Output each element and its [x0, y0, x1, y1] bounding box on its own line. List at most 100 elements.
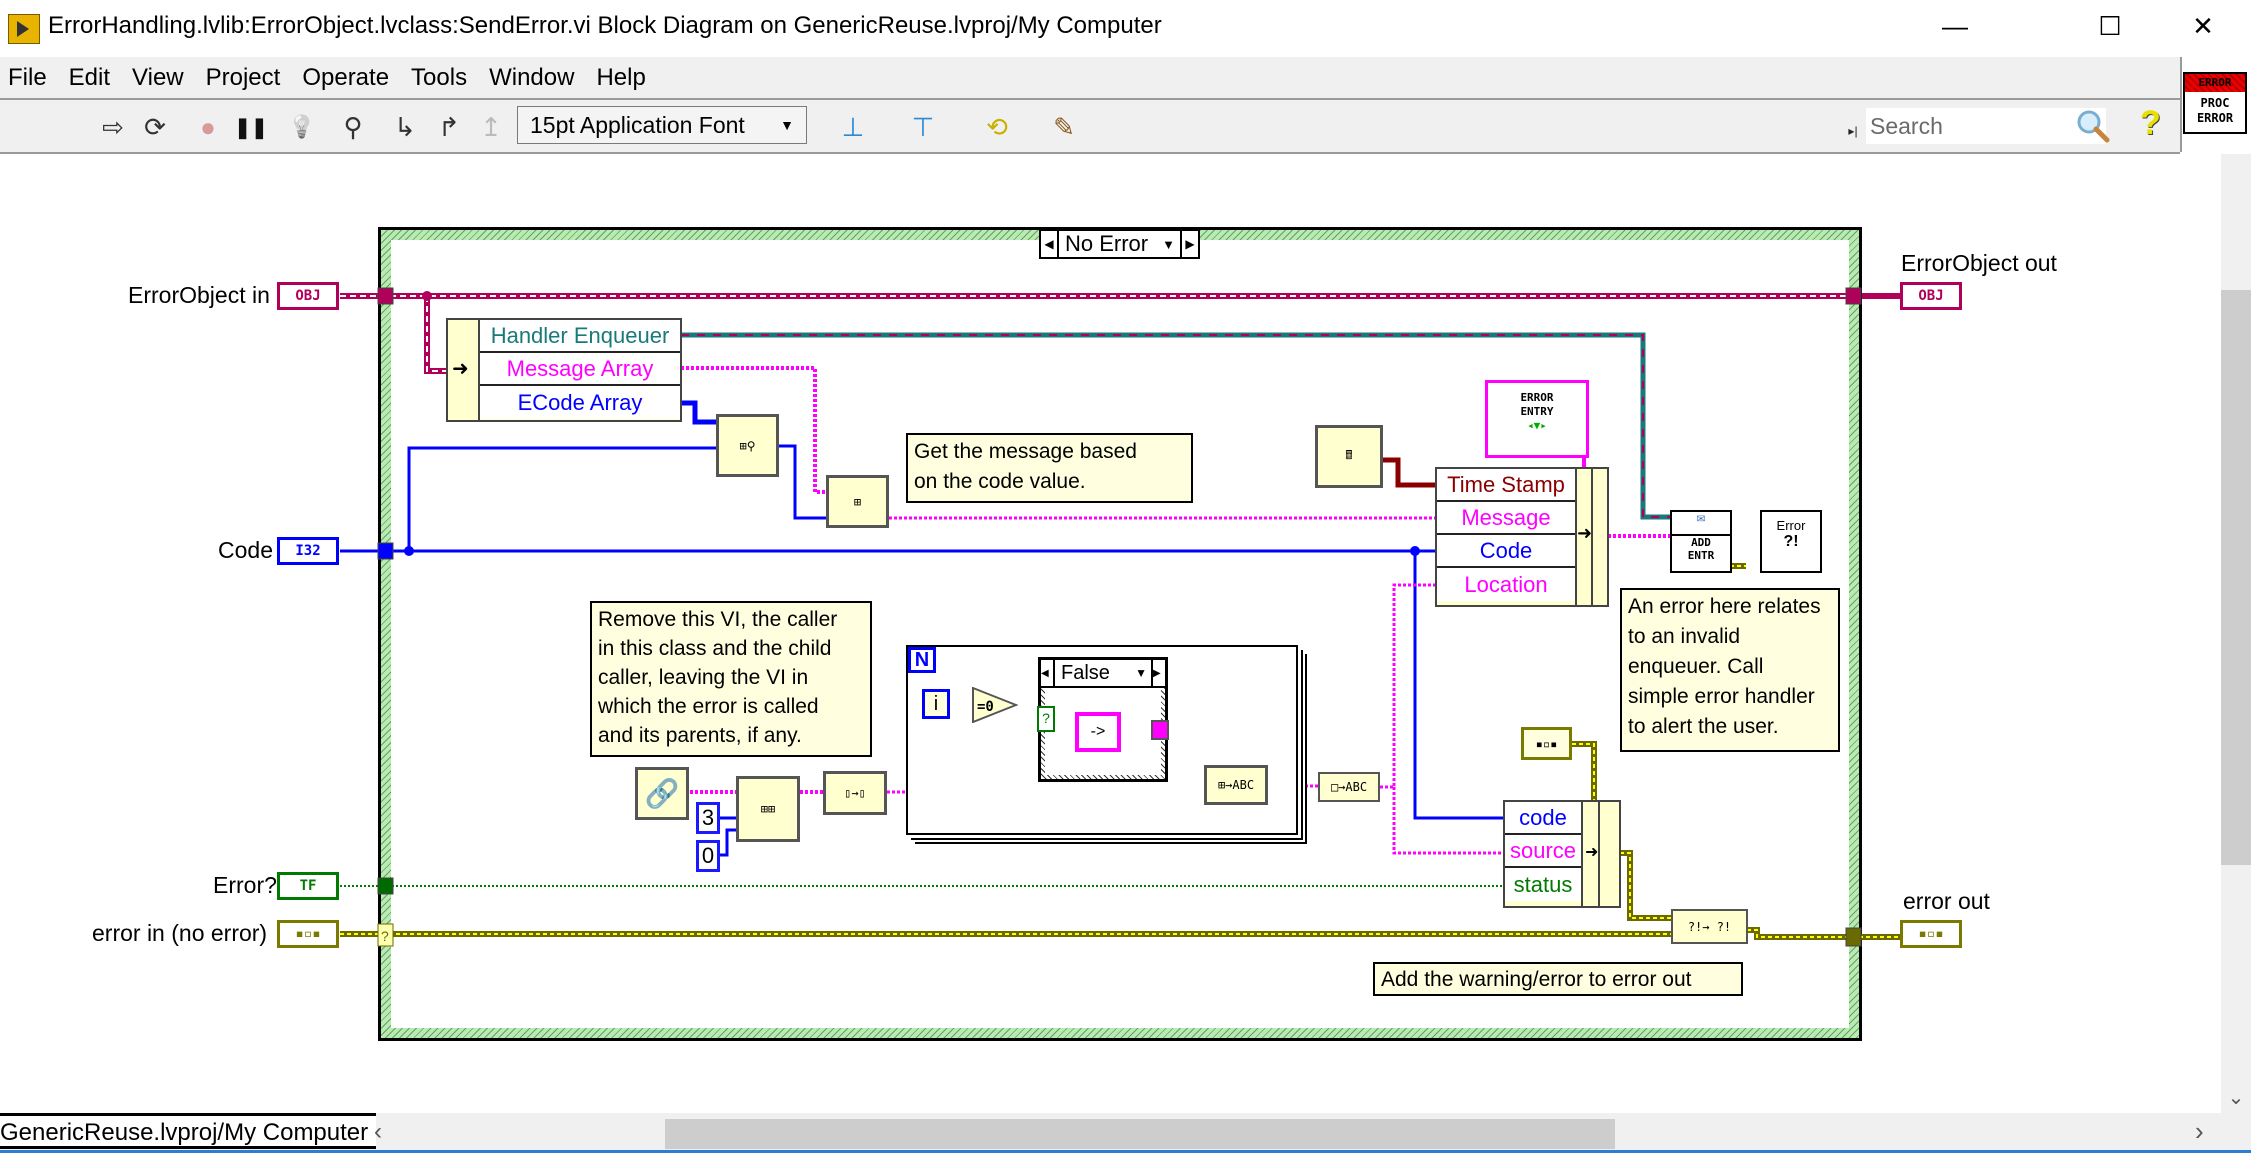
class-out-tunnel	[1845, 287, 1862, 305]
loop-count-terminal[interactable]: N	[908, 647, 936, 673]
inner-case-structure[interactable]: ◀ False ▼ ▶ ? ->	[1037, 657, 1169, 782]
case-next-arrow-icon[interactable]: ▶	[1180, 231, 1198, 257]
comment-line: which the error is called	[598, 695, 819, 718]
location-wire[interactable]	[1360, 583, 1503, 855]
ecode-array-wire[interactable]	[681, 400, 717, 425]
case-prev-arrow-icon[interactable]: ◀	[1041, 231, 1059, 257]
typedef-line: ENTRY	[1520, 405, 1554, 418]
add-entry-node[interactable]: ✉ ADD ENTR	[1670, 510, 1732, 573]
bundle-message[interactable]: Message	[1437, 502, 1575, 535]
comment-line: and its parents, if any.	[598, 724, 802, 747]
case-selector-terminal: ?	[1037, 706, 1055, 732]
case-output-tunnel	[1151, 720, 1169, 740]
unbundle-message-array[interactable]: Message Array	[480, 353, 680, 386]
bundle-error-status[interactable]: status	[1505, 868, 1581, 901]
error-flag-tunnel	[377, 877, 394, 895]
add-entry-line: ENTR	[1687, 549, 1715, 562]
comment-line: enqueuer. Call	[1628, 655, 1764, 678]
get-date-time-node[interactable]: 🖩	[1315, 425, 1383, 488]
error-out-tunnel	[1845, 927, 1862, 947]
code-label: Code	[218, 537, 273, 563]
bundle-error-entry-node[interactable]: Time Stamp Message Code Location ➜	[1435, 467, 1609, 607]
comment-line: on the code value.	[914, 470, 1086, 493]
index-array-node[interactable]: ⊞	[826, 475, 889, 528]
case-next-arrow-icon[interactable]: ▶	[1151, 660, 1165, 686]
bundle-error-cluster-node[interactable]: code source status ➜	[1503, 800, 1621, 908]
code-terminal[interactable]: I32	[277, 537, 339, 565]
unbundle-by-name-node[interactable]: ➜ Handler Enqueuer Message Array ECode A…	[446, 318, 682, 422]
error-flag-terminal[interactable]: TF	[277, 872, 339, 900]
error-cluster-constant[interactable]: ▪▫▪	[1521, 727, 1572, 760]
comment-invalid-enqueuer: An error here relates to an invalid enqu…	[1620, 588, 1840, 752]
add-entry-line: ADD	[1691, 536, 1711, 549]
array-to-string-node[interactable]: □→ABC	[1318, 772, 1380, 802]
vertical-scrollbar-thumb[interactable]	[2221, 290, 2251, 865]
scroll-down-icon[interactable]: ⌄	[2221, 1085, 2251, 1109]
case-selector-value: No Error	[1065, 231, 1149, 256]
array-subset-node[interactable]: ⊞⊞	[736, 776, 800, 842]
unbundle-handler-enqueuer[interactable]: Handler Enqueuer	[480, 320, 680, 353]
error-out-label: error out	[1903, 888, 1990, 914]
arrow-right-icon: ➜	[1585, 844, 1599, 861]
simple-error-line: ?!	[1783, 533, 1799, 550]
error-entry-typedef-constant[interactable]: ERROR ENTRY ◂▼▸	[1485, 380, 1589, 458]
bundle-error-code[interactable]: code	[1505, 802, 1581, 835]
inner-case-selector[interactable]: ◀ False ▼ ▶	[1041, 660, 1165, 688]
merge-errors-node[interactable]: ?!→ ?!	[1671, 909, 1748, 944]
arrow-right-icon: ➜	[452, 358, 469, 380]
comment-line: Get the message based	[914, 440, 1137, 463]
iteration-terminal: i	[922, 689, 950, 719]
constant-zero[interactable]: 0	[696, 840, 720, 872]
bundle-location[interactable]: Location	[1437, 568, 1575, 601]
error-in-label: error in (no error)	[92, 920, 268, 946]
typedef-indicator-icon: ◂▼▸	[1527, 419, 1547, 432]
chevron-down-icon[interactable]: ▼	[1162, 237, 1180, 252]
string-constant[interactable]: ->	[1075, 712, 1121, 752]
comment-line: simple error handler	[1628, 685, 1815, 708]
search-1d-array-node[interactable]: ⊞⚲	[716, 414, 779, 477]
code-tunnel	[377, 542, 394, 560]
bundle-time-stamp[interactable]: Time Stamp	[1437, 469, 1575, 502]
simple-error-handler-node[interactable]: Error ?!	[1760, 510, 1822, 573]
scroll-left-icon[interactable]: ‹	[374, 1118, 382, 1146]
class-in-tunnel	[377, 287, 394, 305]
comment-line: An error here relates	[1628, 595, 1821, 618]
unbundle-ecode-array[interactable]: ECode Array	[480, 386, 680, 419]
constant-three[interactable]: 3	[696, 802, 720, 834]
project-context-label[interactable]: GenericReuse.lvproj/My Computer	[0, 1113, 377, 1149]
error-flag-label: Error?	[213, 872, 277, 898]
comment-remove-vi: Remove this VI, the caller in this class…	[590, 601, 872, 757]
comment-add-warning: Add the warning/error to error out	[1373, 962, 1743, 996]
svg-text:?: ?	[381, 928, 389, 944]
envelope-icon: ✉	[1672, 511, 1730, 536]
error-out-terminal[interactable]: ▪▫▪	[1900, 920, 1962, 948]
case-selector[interactable]: ◀ No Error ▼ ▶	[1039, 229, 1200, 259]
unbundle-input-strip: ➜	[448, 320, 480, 420]
inner-case-value: False	[1061, 661, 1110, 684]
bundle-code[interactable]: Code	[1437, 535, 1575, 568]
error-object-out-terminal[interactable]: OBJ	[1900, 282, 1962, 310]
for-loop[interactable]: N i =0 ◀ False ▼ ▶ ? -> ⊞→ABC	[906, 645, 1298, 835]
equal-zero-node[interactable]: =0	[972, 687, 1018, 723]
call-chain-node[interactable]: 🔗	[635, 767, 689, 820]
concatenate-strings-node[interactable]: ⊞→ABC	[1204, 765, 1268, 805]
horizontal-scrollbar-thumb[interactable]	[665, 1119, 1615, 1149]
comment-get-message: Get the message based on the code value.	[906, 433, 1193, 503]
reverse-array-node[interactable]: ▯→▯	[823, 771, 887, 815]
comment-line: to an invalid	[1628, 625, 1741, 648]
arrow-right-icon: ➜	[1577, 523, 1593, 543]
chevron-down-icon[interactable]: ▼	[1135, 666, 1151, 680]
wires-layer: ?	[340, 287, 1905, 947]
scroll-right-icon[interactable]: ›	[2195, 1116, 2204, 1147]
bundle-error-source[interactable]: source	[1505, 835, 1581, 868]
comment-line: Remove this VI, the caller	[598, 608, 838, 631]
timestamp-wire[interactable]	[1383, 457, 1437, 488]
svg-text:=0: =0	[977, 699, 994, 715]
comment-line: in this class and the child	[598, 637, 832, 660]
error-object-in-terminal[interactable]: OBJ	[277, 282, 339, 310]
comment-line: to alert the user.	[1628, 715, 1779, 738]
typedef-line: ERROR	[1520, 391, 1554, 404]
error-object-in-label: ErrorObject in	[128, 282, 270, 308]
error-in-terminal[interactable]: ▪▫▪	[277, 920, 339, 948]
case-prev-arrow-icon[interactable]: ◀	[1041, 660, 1055, 686]
